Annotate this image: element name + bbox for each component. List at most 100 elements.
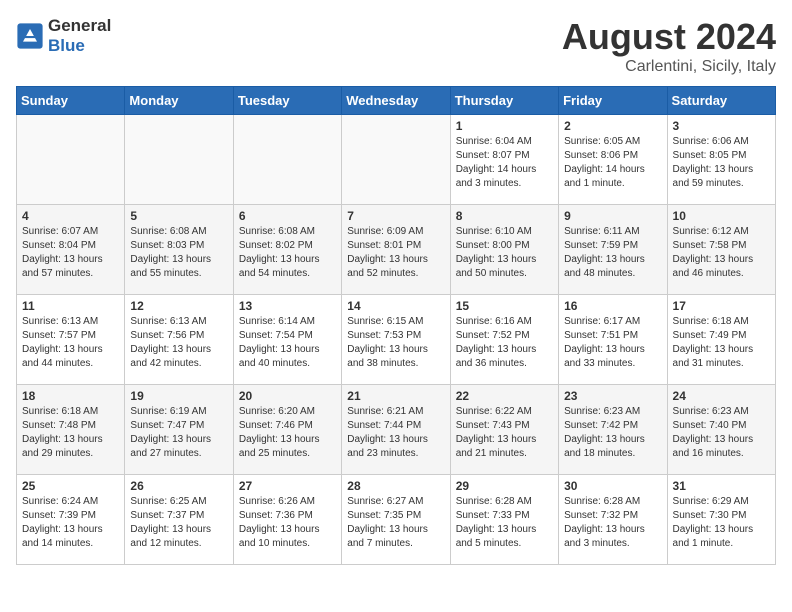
day-info: Sunrise: 6:28 AM Sunset: 7:32 PM Dayligh… bbox=[564, 495, 661, 551]
calendar-cell: 25 Sunrise: 6:24 AM Sunset: 7:39 PM Dayli… bbox=[17, 475, 125, 565]
day-number: 16 bbox=[564, 299, 661, 313]
day-number: 22 bbox=[456, 389, 553, 403]
day-info: Sunrise: 6:23 AM Sunset: 7:40 PM Dayligh… bbox=[673, 405, 770, 461]
calendar-cell: 30Sunrise: 6:28 AM Sunset: 7:32 PM Dayli… bbox=[559, 475, 667, 565]
calendar-cell: 13 Sunrise: 6:14 AM Sunset: 7:54 PM Dayli… bbox=[233, 295, 341, 385]
day-number: 10 bbox=[673, 209, 770, 223]
day-number: 11 bbox=[22, 299, 119, 313]
calendar-cell: 15 Sunrise: 6:16 AM Sunset: 7:52 PM Dayli… bbox=[450, 295, 558, 385]
day-number: 20 bbox=[239, 389, 336, 403]
day-number: 23 bbox=[564, 389, 661, 403]
day-number: 18 bbox=[22, 389, 119, 403]
day-info: Sunrise: 6:09 AM Sunset: 8:01 PM Dayligh… bbox=[347, 225, 444, 281]
calendar-cell: 16Sunrise: 6:17 AM Sunset: 7:51 PM Dayli… bbox=[559, 295, 667, 385]
calendar-week-row: 25 Sunrise: 6:24 AM Sunset: 7:39 PM Dayli… bbox=[17, 475, 776, 565]
day-number: 15 bbox=[456, 299, 553, 313]
calendar-cell: 4 Sunrise: 6:07 AM Sunset: 8:04 PM Daylig… bbox=[17, 205, 125, 295]
calendar-body: 1 Sunrise: 6:04 AM Sunset: 8:07 PM Daylig… bbox=[17, 115, 776, 565]
day-number: 19 bbox=[130, 389, 227, 403]
calendar-table: SundayMondayTuesdayWednesdayThursdayFrid… bbox=[16, 86, 776, 565]
calendar-cell: 21Sunrise: 6:21 AM Sunset: 7:44 PM Dayli… bbox=[342, 385, 450, 475]
day-info: Sunrise: 6:24 AM Sunset: 7:39 PM Dayligh… bbox=[22, 495, 119, 551]
day-info: Sunrise: 6:27 AM Sunset: 7:35 PM Dayligh… bbox=[347, 495, 444, 551]
day-number: 24 bbox=[673, 389, 770, 403]
weekday-header-cell: Thursday bbox=[450, 87, 558, 115]
calendar-week-row: 1 Sunrise: 6:04 AM Sunset: 8:07 PM Daylig… bbox=[17, 115, 776, 205]
day-number: 13 bbox=[239, 299, 336, 313]
location-subtitle: Carlentini, Sicily, Italy bbox=[562, 58, 776, 76]
day-info: Sunrise: 6:12 AM Sunset: 7:58 PM Dayligh… bbox=[673, 225, 770, 281]
weekday-header-cell: Tuesday bbox=[233, 87, 341, 115]
calendar-cell bbox=[17, 115, 125, 205]
day-info: Sunrise: 6:08 AM Sunset: 8:03 PM Dayligh… bbox=[130, 225, 227, 281]
logo: General Blue bbox=[16, 16, 111, 56]
weekday-header-cell: Friday bbox=[559, 87, 667, 115]
calendar-cell: 24 Sunrise: 6:23 AM Sunset: 7:40 PM Dayli… bbox=[667, 385, 775, 475]
day-number: 26 bbox=[130, 479, 227, 493]
day-number: 5 bbox=[130, 209, 227, 223]
page-header: General Blue August 2024 Carlentini, Sic… bbox=[16, 16, 776, 76]
calendar-cell: 20 Sunrise: 6:20 AM Sunset: 7:46 PM Dayli… bbox=[233, 385, 341, 475]
calendar-cell: 31Sunrise: 6:29 AM Sunset: 7:30 PM Dayli… bbox=[667, 475, 775, 565]
calendar-cell: 11 Sunrise: 6:13 AM Sunset: 7:57 PM Dayli… bbox=[17, 295, 125, 385]
calendar-cell: 10 Sunrise: 6:12 AM Sunset: 7:58 PM Dayli… bbox=[667, 205, 775, 295]
day-number: 2 bbox=[564, 119, 661, 133]
weekday-header-row: SundayMondayTuesdayWednesdayThursdayFrid… bbox=[17, 87, 776, 115]
day-info: Sunrise: 6:22 AM Sunset: 7:43 PM Dayligh… bbox=[456, 405, 553, 461]
day-number: 7 bbox=[347, 209, 444, 223]
calendar-cell: 22 Sunrise: 6:22 AM Sunset: 7:43 PM Dayli… bbox=[450, 385, 558, 475]
calendar-cell: 27Sunrise: 6:26 AM Sunset: 7:36 PM Dayli… bbox=[233, 475, 341, 565]
month-year-title: August 2024 bbox=[562, 16, 776, 58]
calendar-cell: 1 Sunrise: 6:04 AM Sunset: 8:07 PM Daylig… bbox=[450, 115, 558, 205]
calendar-cell: 2Sunrise: 6:05 AM Sunset: 8:06 PM Daylig… bbox=[559, 115, 667, 205]
day-info: Sunrise: 6:14 AM Sunset: 7:54 PM Dayligh… bbox=[239, 315, 336, 371]
day-info: Sunrise: 6:16 AM Sunset: 7:52 PM Dayligh… bbox=[456, 315, 553, 371]
weekday-header-cell: Monday bbox=[125, 87, 233, 115]
title-block: August 2024 Carlentini, Sicily, Italy bbox=[562, 16, 776, 76]
day-number: 14 bbox=[347, 299, 444, 313]
calendar-cell: 19 Sunrise: 6:19 AM Sunset: 7:47 PM Dayli… bbox=[125, 385, 233, 475]
calendar-cell: 8Sunrise: 6:10 AM Sunset: 8:00 PM Daylig… bbox=[450, 205, 558, 295]
calendar-cell: 12 Sunrise: 6:13 AM Sunset: 7:56 PM Dayli… bbox=[125, 295, 233, 385]
calendar-cell: 23 Sunrise: 6:23 AM Sunset: 7:42 PM Dayli… bbox=[559, 385, 667, 475]
day-number: 12 bbox=[130, 299, 227, 313]
day-info: Sunrise: 6:26 AM Sunset: 7:36 PM Dayligh… bbox=[239, 495, 336, 551]
day-number: 31 bbox=[673, 479, 770, 493]
logo-general: General bbox=[48, 16, 111, 35]
calendar-week-row: 18 Sunrise: 6:18 AM Sunset: 7:48 PM Dayli… bbox=[17, 385, 776, 475]
day-number: 4 bbox=[22, 209, 119, 223]
day-number: 28 bbox=[347, 479, 444, 493]
day-info: Sunrise: 6:18 AM Sunset: 7:48 PM Dayligh… bbox=[22, 405, 119, 461]
calendar-cell: 18 Sunrise: 6:18 AM Sunset: 7:48 PM Dayli… bbox=[17, 385, 125, 475]
logo-blue: Blue bbox=[48, 36, 85, 55]
calendar-cell: 6Sunrise: 6:08 AM Sunset: 8:02 PM Daylig… bbox=[233, 205, 341, 295]
calendar-cell bbox=[233, 115, 341, 205]
calendar-cell: 5 Sunrise: 6:08 AM Sunset: 8:03 PM Daylig… bbox=[125, 205, 233, 295]
day-info: Sunrise: 6:13 AM Sunset: 7:56 PM Dayligh… bbox=[130, 315, 227, 371]
day-info: Sunrise: 6:13 AM Sunset: 7:57 PM Dayligh… bbox=[22, 315, 119, 371]
logo-icon bbox=[16, 22, 44, 50]
day-number: 25 bbox=[22, 479, 119, 493]
day-info: Sunrise: 6:07 AM Sunset: 8:04 PM Dayligh… bbox=[22, 225, 119, 281]
day-info: Sunrise: 6:23 AM Sunset: 7:42 PM Dayligh… bbox=[564, 405, 661, 461]
day-info: Sunrise: 6:25 AM Sunset: 7:37 PM Dayligh… bbox=[130, 495, 227, 551]
day-number: 29 bbox=[456, 479, 553, 493]
day-info: Sunrise: 6:21 AM Sunset: 7:44 PM Dayligh… bbox=[347, 405, 444, 461]
day-info: Sunrise: 6:18 AM Sunset: 7:49 PM Dayligh… bbox=[673, 315, 770, 371]
day-number: 8 bbox=[456, 209, 553, 223]
day-info: Sunrise: 6:19 AM Sunset: 7:47 PM Dayligh… bbox=[130, 405, 227, 461]
calendar-week-row: 4 Sunrise: 6:07 AM Sunset: 8:04 PM Daylig… bbox=[17, 205, 776, 295]
calendar-cell bbox=[342, 115, 450, 205]
day-number: 1 bbox=[456, 119, 553, 133]
day-info: Sunrise: 6:11 AM Sunset: 7:59 PM Dayligh… bbox=[564, 225, 661, 281]
calendar-cell: 26 Sunrise: 6:25 AM Sunset: 7:37 PM Dayli… bbox=[125, 475, 233, 565]
day-info: Sunrise: 6:04 AM Sunset: 8:07 PM Dayligh… bbox=[456, 135, 553, 191]
day-number: 17 bbox=[673, 299, 770, 313]
calendar-cell: 3Sunrise: 6:06 AM Sunset: 8:05 PM Daylig… bbox=[667, 115, 775, 205]
calendar-week-row: 11 Sunrise: 6:13 AM Sunset: 7:57 PM Dayli… bbox=[17, 295, 776, 385]
day-info: Sunrise: 6:20 AM Sunset: 7:46 PM Dayligh… bbox=[239, 405, 336, 461]
day-number: 3 bbox=[673, 119, 770, 133]
calendar-cell: 14Sunrise: 6:15 AM Sunset: 7:53 PM Dayli… bbox=[342, 295, 450, 385]
calendar-cell: 7 Sunrise: 6:09 AM Sunset: 8:01 PM Daylig… bbox=[342, 205, 450, 295]
calendar-cell: 9Sunrise: 6:11 AM Sunset: 7:59 PM Daylig… bbox=[559, 205, 667, 295]
